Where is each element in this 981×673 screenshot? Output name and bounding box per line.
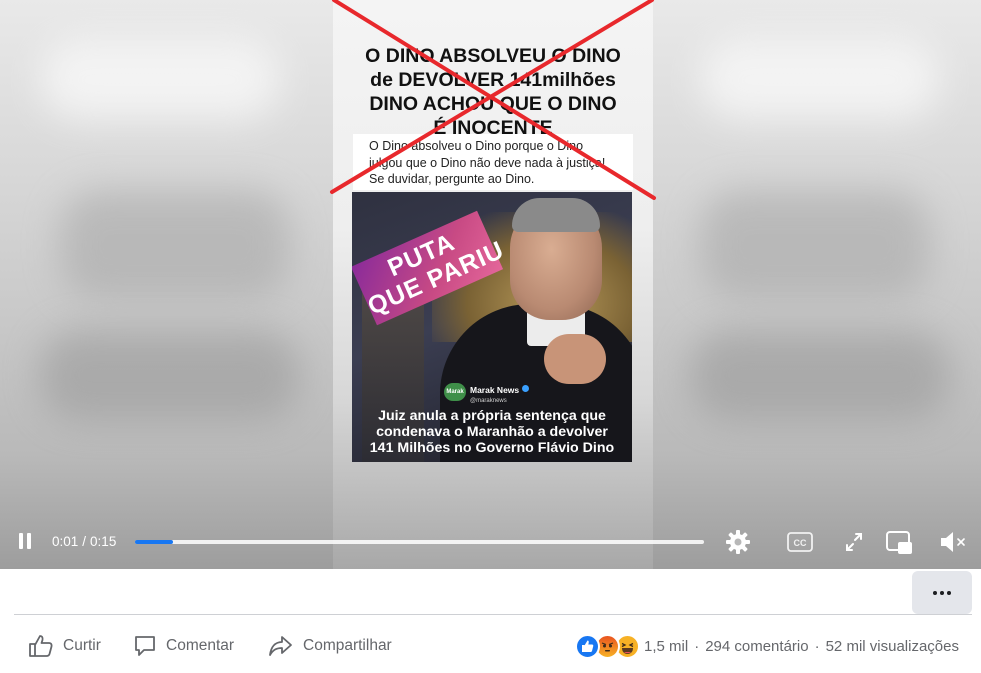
- closed-captions-icon[interactable]: CC: [786, 529, 814, 555]
- miniplayer-icon[interactable]: [885, 529, 915, 557]
- background-blur: [690, 330, 950, 420]
- pause-icon: [27, 533, 31, 549]
- pause-icon: [19, 533, 23, 549]
- background-blur: [700, 190, 930, 300]
- reactions-count[interactable]: 1,5 mil: [644, 638, 688, 655]
- more-horizontal-icon: [947, 590, 951, 595]
- post-stats: 1,5 mil · 294 comentário · 52 mil visual…: [575, 633, 959, 659]
- player-controls: 0:01/0:15 CC: [0, 524, 981, 560]
- news-photo: PUTA QUE PARIU Marak Marak News @marakne…: [352, 192, 632, 462]
- caption-line: Se duvidar, pergunte ao Dino.: [369, 172, 535, 186]
- more-horizontal-icon: [940, 590, 944, 595]
- volume-muted-icon[interactable]: [938, 529, 968, 555]
- share-button[interactable]: Compartilhar: [268, 633, 392, 659]
- hand-on-chest: [544, 334, 606, 384]
- caption-line: julgou que o Dino não deve nada à justiç…: [369, 155, 606, 170]
- comment-icon: [135, 636, 155, 656]
- more-options-button[interactable]: [912, 571, 972, 614]
- news-brand: Marak Marak News @maraknews: [444, 382, 530, 404]
- comment-button[interactable]: Comentar: [133, 633, 234, 659]
- background-blur: [60, 190, 290, 300]
- comments-count[interactable]: 294 comentário: [705, 638, 808, 655]
- video-player[interactable]: O DINO ABSOLVEU O DINO de DEVOLVER 141mi…: [0, 0, 981, 569]
- photo-caption: Juiz anula a própria sentença que conden…: [352, 408, 632, 456]
- time-display: 0:01/0:15: [52, 534, 117, 549]
- like-reaction-icon: [575, 633, 600, 659]
- judge-hair: [512, 198, 600, 232]
- caption-line: O Dino absolveu o Dino porque o Dino: [369, 139, 584, 153]
- views-count: 52 mil visualizações: [825, 637, 959, 655]
- quote-caption: O Dino absolveu o Dino porque o Dino jul…: [353, 134, 633, 190]
- divider: [14, 614, 972, 615]
- more-horizontal-icon: [933, 590, 937, 595]
- stats-separator: ·: [814, 637, 820, 655]
- settings-icon[interactable]: [725, 529, 751, 555]
- background-blur: [40, 330, 300, 420]
- video-frame: O DINO ABSOLVEU O DINO de DEVOLVER 141mi…: [333, 0, 653, 569]
- photo-caption-line: Juiz anula a própria sentença que: [378, 408, 606, 424]
- reactions-summary[interactable]: [575, 633, 640, 659]
- background-blur: [40, 40, 280, 120]
- photo-caption-line: condenava o Maranhão a devolver: [376, 424, 608, 440]
- cc-label: CC: [794, 538, 807, 548]
- like-label: Curtir: [63, 637, 101, 654]
- headline-line: de DEVOLVER 141milhões: [370, 69, 616, 91]
- progress-fill: [135, 540, 174, 544]
- like-icon: [29, 635, 53, 657]
- headline-line: DINO ACHOU QUE O DINO: [369, 93, 617, 115]
- photo-caption-line: 141 Milhões no Governo Flávio Dino: [369, 440, 615, 456]
- fullscreen-icon[interactable]: [842, 529, 866, 555]
- brand-logo: Marak: [444, 383, 466, 401]
- current-time: 0:01: [52, 534, 79, 549]
- pause-button[interactable]: [17, 533, 33, 551]
- stats-separator: ·: [694, 637, 700, 655]
- verified-icon: [522, 385, 530, 393]
- duration: 0:15: [90, 534, 117, 549]
- headline-line: O DINO ABSOLVEU O DINO: [365, 45, 621, 67]
- like-button[interactable]: Curtir: [28, 633, 101, 659]
- share-label: Compartilhar: [303, 637, 392, 654]
- background-blur: [700, 40, 940, 120]
- brand-name: Marak News: [470, 385, 520, 395]
- comment-label: Comentar: [166, 637, 235, 654]
- brand-handle: @maraknews: [470, 398, 507, 404]
- progress-bar[interactable]: [135, 540, 704, 544]
- share-icon: [269, 636, 292, 656]
- video-headline: O DINO ABSOLVEU O DINO de DEVOLVER 141mi…: [333, 44, 653, 140]
